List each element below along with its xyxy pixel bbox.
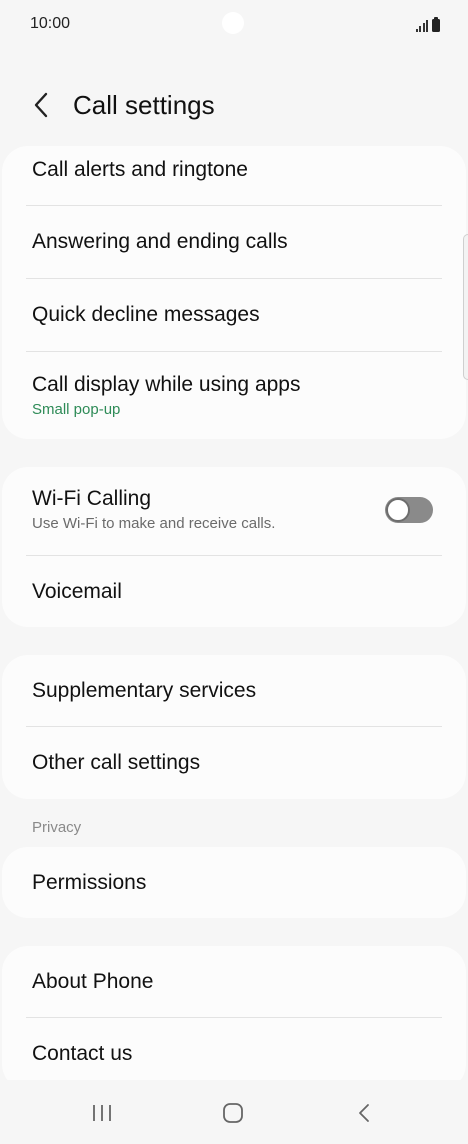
list-item-label: About Phone [32,970,154,993]
back-chevron-icon [359,1104,369,1122]
status-time: 10:00 [30,15,71,32]
back-button[interactable] [24,88,58,122]
list-item-label: Other call settings [32,751,201,774]
battery-icon [432,17,440,32]
list-item-label: Call alerts and ringtone [32,158,248,181]
list-item-label: Voicemail [32,580,122,603]
list-item-voicemail[interactable]: Voicemail [2,556,466,627]
camera-cutout [222,12,244,34]
nav-back-button[interactable] [344,1098,384,1128]
list-item-call-alerts[interactable]: Call alerts and ringtone [2,146,466,206]
page-title: Call settings [73,90,215,120]
list-item-supplementary-services[interactable]: Supplementary services [2,655,466,727]
list-item-quick-decline[interactable]: Quick decline messages [2,279,466,352]
list-item-other-call-settings[interactable]: Other call settings [2,727,466,799]
list-item-answering-ending[interactable]: Answering and ending calls [2,206,466,279]
settings-group-about: About Phone Contact us [2,946,466,1090]
home-button[interactable] [213,1098,253,1128]
list-item-label: Answering and ending calls [32,230,288,253]
settings-group-wifi-voicemail: Wi-Fi Calling Use Wi-Fi to make and rece… [2,467,466,627]
list-item-label: Permissions [32,871,147,894]
list-item-about-phone[interactable]: About Phone [2,946,466,1018]
home-icon [223,1103,243,1123]
list-item-label: Contact us [32,1042,133,1065]
list-item-label: Call display while using apps [32,373,301,396]
list-item-wifi-calling[interactable]: Wi-Fi Calling Use Wi-Fi to make and rece… [2,467,466,556]
wifi-calling-toggle[interactable] [385,497,433,523]
navigation-bar [0,1080,468,1144]
status-bar: 10:00 [0,0,468,50]
list-item-subtitle: Small pop-up [32,401,121,418]
signal-bars-icon [415,20,428,32]
list-item-permissions[interactable]: Permissions [2,847,466,918]
chevron-left-icon [34,92,48,118]
settings-group-calls: Call alerts and ringtone Answering and e… [2,146,466,439]
recents-button[interactable] [82,1098,122,1128]
settings-group-privacy: Permissions [2,847,466,918]
scrollbar[interactable] [463,234,468,380]
list-item-label: Supplementary services [32,679,257,702]
recents-icon [93,1105,111,1121]
settings-group-services: Supplementary services Other call settin… [2,655,466,799]
section-label-privacy: Privacy [32,819,82,836]
toggle-knob [386,498,410,522]
list-item-label: Quick decline messages [32,303,260,326]
list-item-call-display[interactable]: Call display while using apps Small pop-… [2,352,466,439]
status-icons [415,16,440,32]
app-header: Call settings [0,80,468,130]
